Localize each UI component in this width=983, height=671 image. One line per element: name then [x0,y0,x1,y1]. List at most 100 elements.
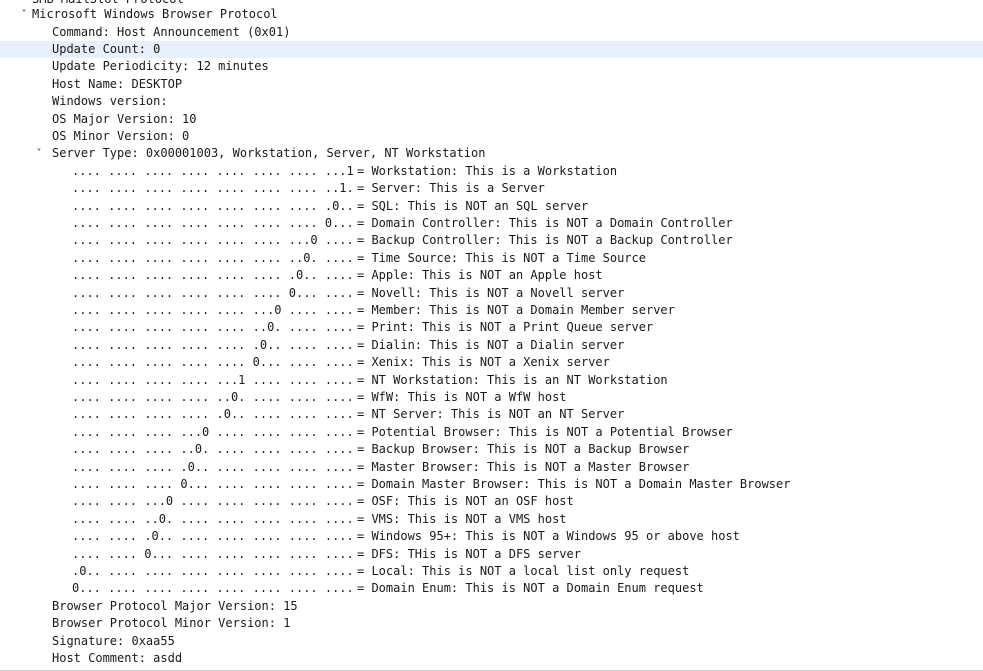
tree-row-bitfield[interactable]: .... .... .... .... .... ..0. .... .... =… [0,319,983,336]
bit-description: = NT Server: This is NOT an NT Server [357,407,625,422]
bitmask-text: .... .... .... .... ..0. .... .... .... [72,389,354,404]
tree-row-field[interactable]: OS Minor Version: 0 [0,128,983,145]
tree-row-bitfield[interactable]: .... .... .... .... .... .... .... ...1 =… [0,163,983,180]
bit-description: = SQL: This is NOT an SQL server [357,198,589,213]
tree-row-bitfield[interactable]: .... .... ...0 .... .... .... .... .... =… [0,493,983,510]
tree-row-bitfield[interactable]: .... .... .... .... .... .... .... 0... =… [0,215,983,232]
tree-row-label: Microsoft Windows Browser Protocol [32,7,278,21]
bitmask-text: .... .... .... .... .... ...0 .... .... [72,302,354,317]
tree-row-bitfield[interactable]: 0... .... .... .... .... .... .... .... =… [0,580,983,597]
bit-description: = NT Workstation: This is an NT Workstat… [357,372,668,387]
tree-row-field[interactable]: Windows version: [0,93,983,110]
bit-description: = Time Source: This is NOT a Time Source [357,250,646,265]
tree-row-bitfield[interactable]: .... .... .... .... .... .... .... ..1. =… [0,180,983,197]
field-text: OS Major Version: 10 [52,111,197,126]
bitmask-text: .... .... .... .... .... .0.. .... .... [72,337,354,352]
bitmask-text: .... .... .... .... .... .... ..0. .... [72,250,354,265]
tree-row-bitfield[interactable]: .... .... .... .... .... .... ...0 .... =… [0,232,983,249]
bit-description: = Apple: This is NOT an Apple host [357,268,603,283]
bitmask-text: .... .... ...0 .... .... .... .... .... [72,494,354,509]
tree-row-field[interactable]: Browser Protocol Major Version: 15 [0,598,983,615]
tree-row-bitfield[interactable]: .... .... .... .... .... .... ..0. .... =… [0,250,983,267]
bitmask-text: .... .... .... .... .... 0... .... .... [72,355,354,370]
tree-row-bitfield[interactable]: .... .... .... ...0 .... .... .... .... =… [0,424,983,441]
tree-row-field[interactable]: Update Count: 0 [0,40,983,59]
tree-row-bitfield[interactable]: .... .... .... .... ..0. .... .... .... =… [0,389,983,406]
tree-row-field[interactable]: OS Major Version: 10 [0,111,983,128]
tree-row-bitfield[interactable]: .... .... .... .... .... .... .0.. .... =… [0,267,983,284]
expand-arrow-icon[interactable]: ˅ [18,6,30,23]
field-text: Browser Protocol Major Version: 15 [52,598,298,613]
bitmask-text: .0.. .... .... .... .... .... .... .... [72,563,354,578]
bitmask-text: .... .... .... .... .... .... 0... .... [72,285,354,300]
bit-description: = Local: This is NOT a local list only r… [357,563,690,578]
bitmask-text: .... .... .... ...0 .... .... .... .... [72,424,354,439]
tree-row-field[interactable]: Command: Host Announcement (0x01) [0,24,983,41]
tree-row-bitfield[interactable]: .... .... 0... .... .... .... .... .... =… [0,546,983,563]
tree-row-bitfield[interactable]: .... .... ..0. .... .... .... .... .... =… [0,511,983,528]
tree-row-bitfield[interactable]: .... .... .... .... ...1 .... .... .... =… [0,372,983,389]
bit-description: = Xenix: This is NOT a Xenix server [357,355,610,370]
tree-row-bitfield[interactable]: .... .... .... .... .... .... .... .0.. =… [0,198,983,215]
tree-row-bitfield[interactable]: .... .... .... 0... .... .... .... .... =… [0,476,983,493]
field-text: Command: Host Announcement (0x01) [52,24,291,39]
bit-description: = Server: This is a Server [357,181,545,196]
bit-description: = Windows 95+: This is NOT a Windows 95 … [357,529,740,544]
packet-details-tree[interactable]: ˅ SMB MailSlot Protocol ˅ Microsoft Wind… [0,0,983,671]
tree-row-bitfield[interactable]: .... .... .... .... .... .... 0... .... =… [0,285,983,302]
bitmask-text: .... .... .... .... .... .... .... 0... [72,215,354,230]
bit-description: = Backup Browser: This is NOT a Backup B… [357,442,690,457]
bit-description: = VMS: This is NOT a VMS host [357,511,567,526]
field-text: Host Comment: asdd [52,650,183,665]
tree-row-bitfield[interactable]: .... .... .... .... .0.. .... .... .... =… [0,406,983,423]
tree-row-bitfield[interactable]: .0.. .... .... .... .... .... .... .... =… [0,563,983,580]
bitmask-text: .... .... .... .0.. .... .... .... .... [72,459,354,474]
field-text: Windows version: [52,94,168,109]
field-text: OS Minor Version: 0 [52,128,190,143]
tree-row-bitfield[interactable]: .... .... .... .... .... .0.. .... .... =… [0,337,983,354]
tree-row-field[interactable]: Update Periodicity: 12 minutes [0,58,983,75]
bit-description: = Print: This is NOT a Print Queue serve… [357,320,654,335]
bitmask-text: .... .... .... .... ...1 .... .... .... [72,372,354,387]
tree-row-label: Server Type: 0x00001003, Workstation, Se… [52,146,486,161]
field-text: Update Periodicity: 12 minutes [52,59,269,74]
tree-row-bitfield[interactable]: .... .... .... .... .... 0... .... .... =… [0,354,983,371]
bitmask-text: .... .... .... .... .... .... .... .0.. [72,198,354,213]
tree-row-bitfield[interactable]: .... .... .... .0.. .... .... .... .... =… [0,459,983,476]
bitmask-text: .... .... ..0. .... .... .... .... .... [72,511,354,526]
bitmask-text: .... .... .... ..0. .... .... .... .... [72,442,354,457]
expand-arrow-icon[interactable]: ˅ [33,145,45,162]
bit-description: = Workstation: This is a Workstation [357,163,618,178]
tree-row-browser-protocol[interactable]: ˅ Microsoft Windows Browser Protocol [0,6,983,23]
bitmask-text: .... .... .... 0... .... .... .... .... [72,476,354,491]
bitmask-text: 0... .... .... .... .... .... .... .... [72,581,354,596]
bitmask-text: .... .... 0... .... .... .... .... .... [72,546,354,561]
tree-row-field[interactable]: Signature: 0xaa55 [0,633,983,650]
bit-description: = Master Browser: This is NOT a Master B… [357,459,690,474]
tree-row-field[interactable]: Host Comment: asdd [0,650,983,667]
bitmask-text: .... .... .... .... .0.. .... .... .... [72,407,354,422]
bit-description: = Domain Controller: This is NOT a Domai… [357,215,733,230]
bitmask-text: .... .... .... .... .... ..0. .... .... [72,320,354,335]
tree-row-field[interactable]: Browser Protocol Minor Version: 1 [0,615,983,632]
bit-description: = OSF: This is NOT an OSF host [357,494,574,509]
tree-row-bitfield[interactable]: .... .... .0.. .... .... .... .... .... =… [0,528,983,545]
bitmask-text: .... .... .... .... .... .... .... ...1 [72,163,354,178]
field-text: Signature: 0xaa55 [52,633,175,648]
bit-description: = Domain Enum: This is NOT a Domain Enum… [357,581,704,596]
tree-row-server-type[interactable]: ˅ Server Type: 0x00001003, Workstation, … [0,145,983,162]
bit-description: = Potential Browser: This is NOT a Poten… [357,424,733,439]
bitmask-text: .... .... .... .... .... .... ...0 .... [72,233,354,248]
tree-row-bitfield[interactable]: .... .... .... ..0. .... .... .... .... =… [0,441,983,458]
bit-description: = Dialin: This is NOT a Dialin server [357,337,625,352]
bitmask-text: .... .... .0.. .... .... .... .... .... [72,529,354,544]
bit-description: = DFS: THis is NOT a DFS server [357,546,581,561]
tree-row-bitfield[interactable]: .... .... .... .... .... ...0 .... .... =… [0,302,983,319]
bit-description: = WfW: This is NOT a WfW host [357,389,567,404]
bit-description: = Backup Controller: This is NOT a Backu… [357,233,733,248]
field-text: Update Count: 0 [52,41,161,56]
field-text: Host Name: DESKTOP [52,76,183,91]
bit-description: = Novell: This is NOT a Novell server [357,285,625,300]
tree-row-field[interactable]: Host Name: DESKTOP [0,76,983,93]
bitmask-text: .... .... .... .... .... .... .... ..1. [72,181,354,196]
